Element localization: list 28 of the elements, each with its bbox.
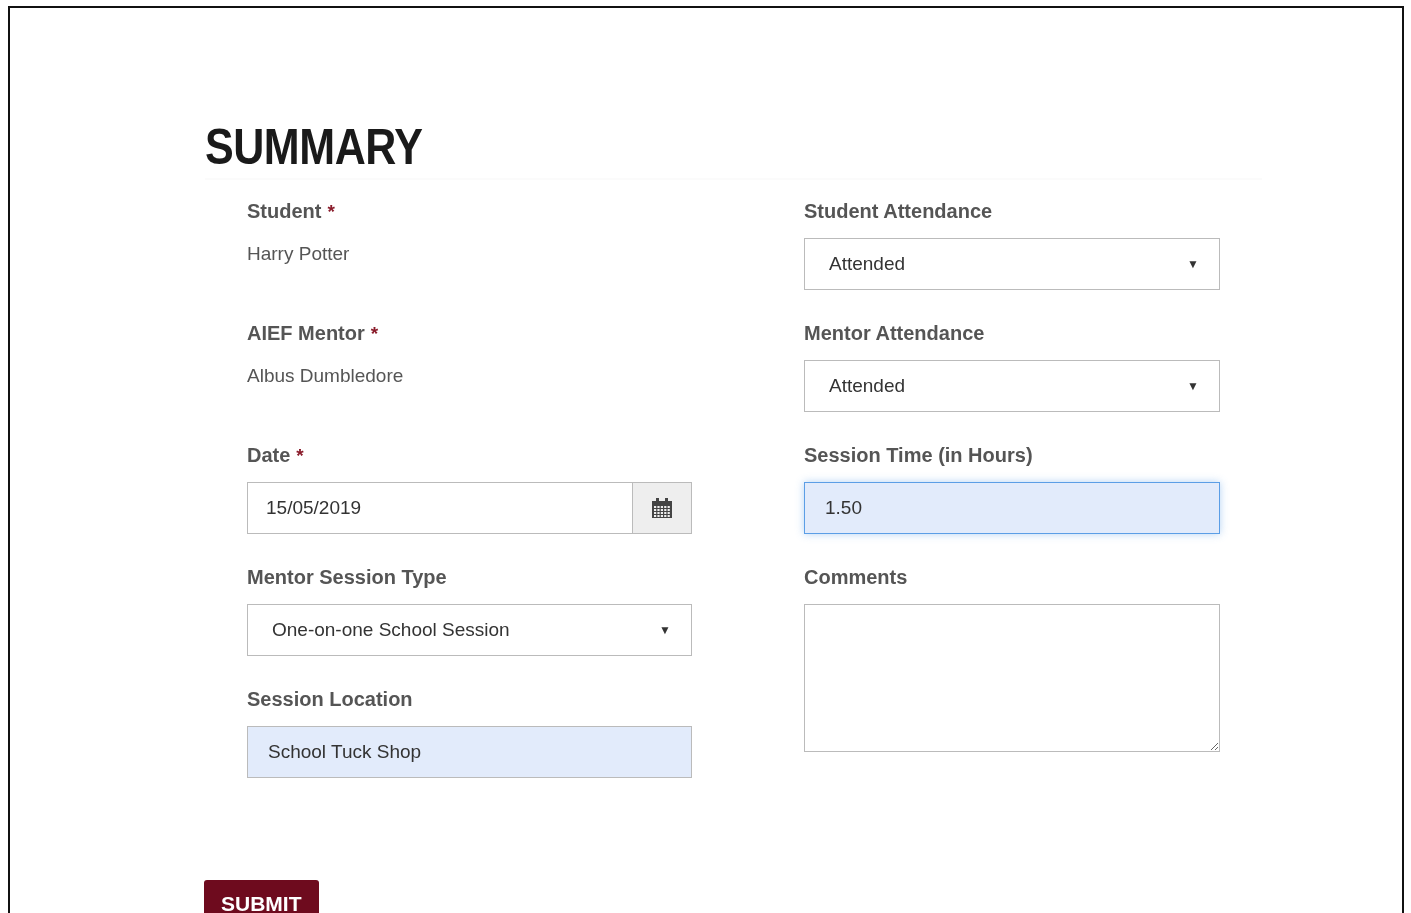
required-marker: * — [296, 445, 304, 466]
input-field[interactable]: School Tuck Shop — [247, 726, 692, 778]
dropdown[interactable]: Attended ▼ — [804, 238, 1220, 290]
submit-button[interactable]: SUBMIT — [204, 880, 319, 913]
field-label: Date — [247, 443, 291, 468]
input-field[interactable]: 1.50 — [804, 482, 1220, 534]
comments-field[interactable] — [804, 604, 1220, 752]
caret-icon: ▼ — [659, 621, 671, 639]
field-label: Student Attendance — [804, 199, 993, 224]
dropdown[interactable]: One-on-one School Session ▼ — [247, 604, 692, 656]
field-value: Harry Potter — [247, 242, 350, 266]
caret-icon: ▼ — [1187, 255, 1199, 273]
field-value: Albus Dumbledore — [247, 364, 404, 388]
calendar-button[interactable] — [633, 482, 692, 534]
field-label: AIEF Mentor — [247, 321, 365, 346]
field-label: Mentor Session Type — [247, 565, 447, 590]
page-title: SUMMARY — [205, 122, 423, 172]
dropdown[interactable]: Attended ▼ — [804, 360, 1220, 412]
field-label: Session Location — [247, 687, 413, 712]
field-label: Mentor Attendance — [804, 321, 985, 346]
date-field[interactable]: 15/05/2019 — [247, 482, 633, 534]
required-marker: * — [370, 323, 379, 344]
field-label: Student — [247, 199, 322, 224]
caret-icon: ▼ — [1187, 377, 1199, 395]
calendar-icon — [652, 498, 672, 518]
required-marker: * — [327, 201, 335, 222]
field-label: Comments — [804, 565, 908, 590]
field-label: Session Time (in Hours) — [804, 443, 1033, 468]
